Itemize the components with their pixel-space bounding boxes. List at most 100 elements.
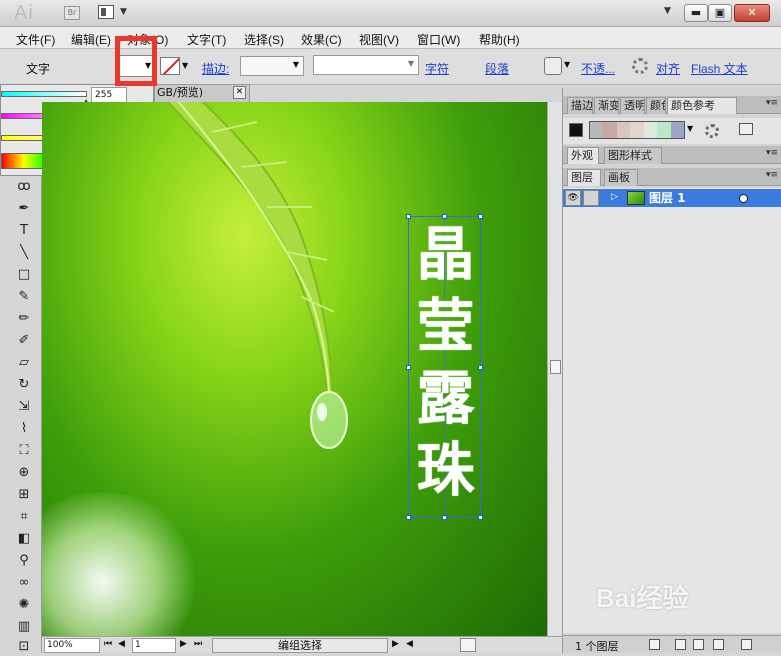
document-tab[interactable]: GB/预览) ✕ <box>154 84 250 102</box>
color-swatch[interactable] <box>603 122 617 138</box>
tab-color[interactable]: 颜色 <box>646 97 666 114</box>
stroke-link[interactable]: 描边: <box>202 60 229 77</box>
restore-button[interactable]: ▣ <box>708 4 732 22</box>
color-swatch[interactable] <box>657 122 671 138</box>
menu-effect[interactable]: 效果(C) <box>301 31 342 48</box>
menu-view[interactable]: 视图(V) <box>359 31 399 48</box>
artboard-number-dropdown[interactable]: 1 <box>132 638 176 653</box>
new-sublayer-icon[interactable] <box>693 639 704 650</box>
close-button[interactable]: ✕ <box>734 4 770 22</box>
panel-menu-icon[interactable]: ▾≡ <box>766 170 778 180</box>
scroll-left-icon[interactable]: ◀ <box>406 639 413 649</box>
minimize-button[interactable]: ▬ <box>684 4 708 22</box>
font-family-dropdown[interactable]: ▼ <box>313 55 419 75</box>
document-canvas[interactable]: 晶 莹 露 珠 <box>42 102 547 636</box>
menu-file[interactable]: 文件(F) <box>16 31 55 48</box>
vertical-text-frame[interactable]: 晶 莹 露 珠 <box>406 214 483 520</box>
bridge-button[interactable]: Br <box>64 6 80 20</box>
perspective-grid-tool-icon[interactable]: ⊞ <box>14 486 34 504</box>
delete-layer-icon[interactable] <box>741 639 752 650</box>
recolor-artwork-icon[interactable] <box>632 58 648 74</box>
menu-window[interactable]: 窗口(W) <box>417 31 460 48</box>
new-layer-icon[interactable] <box>713 639 724 650</box>
rotate-tool-icon[interactable]: ↻ <box>14 376 34 394</box>
column-graph-tool-icon[interactable]: ▥ <box>14 618 34 636</box>
workspace-chevron-down-icon[interactable]: ▼ <box>664 6 671 16</box>
zoom-dropdown[interactable]: 100% <box>44 638 100 653</box>
locate-object-icon[interactable] <box>649 639 660 650</box>
first-artboard-icon[interactable]: ⏮ <box>104 639 112 649</box>
tab-artboards[interactable]: 画板 <box>604 169 638 186</box>
color-swatch[interactable] <box>590 122 604 138</box>
color-swatch[interactable] <box>670 122 684 138</box>
expand-triangle-icon[interactable]: ▷ <box>611 192 618 202</box>
lasso-tool-icon[interactable]: ꝏ <box>14 178 34 196</box>
symbol-sprayer-tool-icon[interactable]: ✺ <box>14 596 34 614</box>
chevron-down-icon[interactable]: ▼ <box>687 124 693 133</box>
stroke-weight-dropdown[interactable]: ▼ <box>240 56 304 76</box>
paragraph-link[interactable]: 段落 <box>485 60 509 77</box>
tab-appearance[interactable]: 外观 <box>567 147 599 164</box>
eye-icon[interactable]: 👁 <box>565 190 581 206</box>
panel-menu-icon[interactable]: ▾≡ <box>766 98 778 108</box>
menu-type[interactable]: 文字(T) <box>187 31 226 48</box>
menu-edit[interactable]: 编辑(E) <box>71 31 111 48</box>
base-color-swatch[interactable] <box>569 123 583 137</box>
red-channel-slider[interactable] <box>1 91 87 97</box>
stroke-chevron-down-icon[interactable]: ▼ <box>182 61 188 70</box>
target-circle-icon[interactable] <box>739 194 748 203</box>
tab-transparency[interactable]: 透明 <box>620 97 645 114</box>
eyedropper-tool-icon[interactable]: ⚲ <box>14 552 34 570</box>
eraser-tool-icon[interactable]: ▱ <box>14 354 34 372</box>
harmony-color-strip[interactable] <box>589 121 685 139</box>
next-artboard-icon[interactable]: ▶ <box>180 639 187 649</box>
vertical-scrollbar[interactable] <box>547 102 562 636</box>
close-icon[interactable]: ✕ <box>233 86 246 99</box>
shape-builder-tool-icon[interactable]: ⊕ <box>14 464 34 482</box>
color-swatch[interactable] <box>616 122 631 138</box>
color-swatch[interactable] <box>643 122 658 138</box>
blend-tool-icon[interactable]: ∞ <box>14 574 34 592</box>
chevron-down-icon[interactable]: ▼ <box>564 60 570 69</box>
arrange-documents-button[interactable]: ▼ <box>98 5 132 21</box>
selection-handle[interactable] <box>406 214 411 219</box>
selection-handle[interactable] <box>478 515 483 520</box>
color-swatch[interactable] <box>630 122 644 138</box>
mesh-tool-icon[interactable]: ⌗ <box>14 508 34 526</box>
panel-menu-icon[interactable]: ▾≡ <box>766 148 778 158</box>
selection-handle[interactable] <box>406 515 411 520</box>
menu-help[interactable]: 帮助(H) <box>479 31 520 48</box>
lock-toggle[interactable] <box>583 190 599 206</box>
tab-graphic-styles[interactable]: 图形样式 <box>604 147 662 164</box>
save-swatch-group-icon[interactable] <box>739 123 753 135</box>
type-tool-icon[interactable]: T <box>14 222 34 240</box>
align-link[interactable]: 对齐 <box>656 60 680 77</box>
rectangle-tool-icon[interactable]: □ <box>14 266 34 284</box>
red-value-field[interactable]: 255 <box>91 87 127 103</box>
current-tool-status[interactable]: 编组选择 <box>212 638 388 653</box>
layer-name[interactable]: 图层 1 <box>649 190 686 206</box>
scale-tool-icon[interactable]: ⇲ <box>14 398 34 416</box>
artboard-tool-icon[interactable]: ⊡ <box>14 638 34 656</box>
layer-row[interactable]: 👁 ▷ 图层 1 <box>563 189 781 207</box>
opacity-link[interactable]: 不透... <box>581 60 615 77</box>
paintbrush-tool-icon[interactable]: ✎ <box>14 288 34 306</box>
selection-handle[interactable] <box>478 214 483 219</box>
flash-text-link[interactable]: Flash 文本 <box>691 60 748 77</box>
free-transform-tool-icon[interactable]: ⛶ <box>14 442 34 460</box>
last-artboard-icon[interactable]: ⏭ <box>194 639 202 649</box>
stroke-none-swatch[interactable] <box>160 57 180 75</box>
tab-color-guide[interactable]: 颜色参考 <box>667 97 737 114</box>
previous-artboard-icon[interactable]: ◀ <box>118 639 125 649</box>
envelope-icon[interactable] <box>544 57 562 75</box>
pencil-tool-icon[interactable]: ✏ <box>14 310 34 328</box>
warp-tool-icon[interactable]: ⌇ <box>14 420 34 438</box>
horizontal-scrollbar-thumb[interactable] <box>460 638 476 652</box>
status-menu-icon[interactable]: ▶ <box>392 639 399 649</box>
character-link[interactable]: 字符 <box>425 60 449 77</box>
scrollbar-thumb[interactable] <box>550 360 561 374</box>
blob-brush-tool-icon[interactable]: ✐ <box>14 332 34 350</box>
gradient-tool-icon[interactable]: ◧ <box>14 530 34 548</box>
clipping-mask-icon[interactable] <box>675 639 686 650</box>
tab-gradient[interactable]: 渐变 <box>594 97 619 114</box>
